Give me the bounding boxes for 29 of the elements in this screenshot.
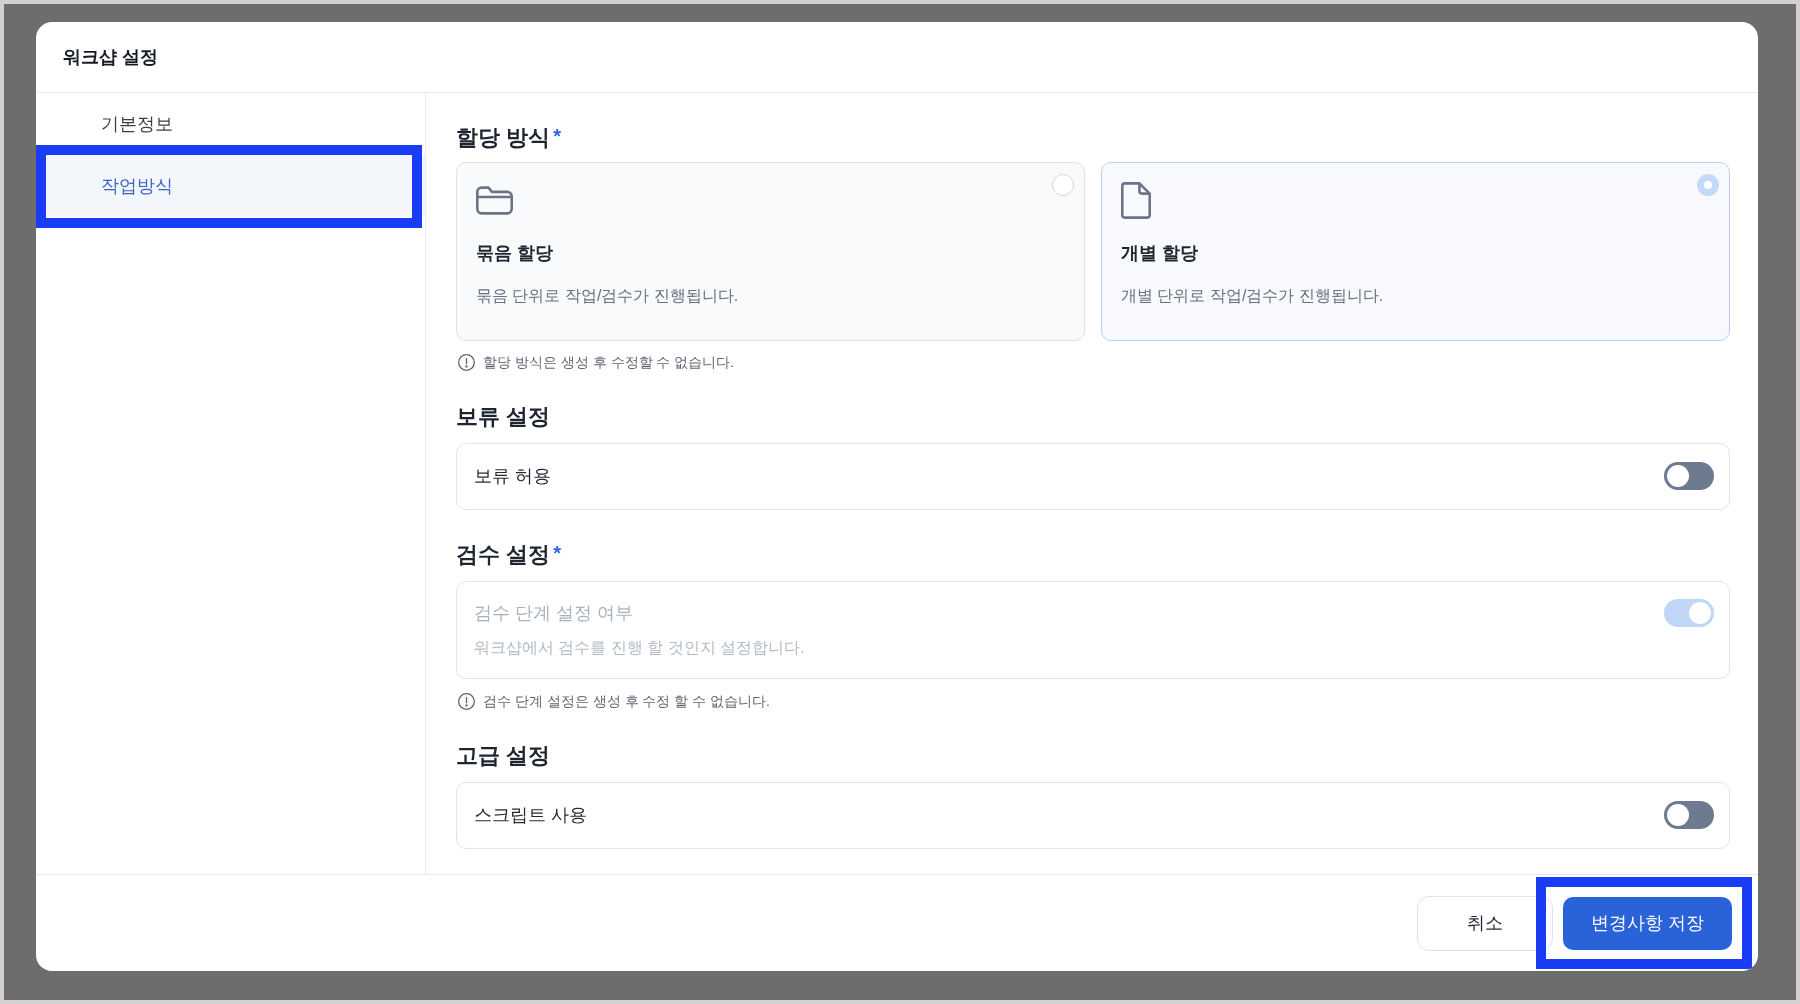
setting-description: 워크샵에서 검수를 진행 할 것인지 설정합니다.	[474, 638, 805, 658]
toggle-switch[interactable]	[1664, 462, 1714, 490]
dialog-title: 워크샵 설정	[63, 46, 158, 69]
section-title: 고급 설정	[456, 742, 551, 770]
setting-label: 검수 단계 설정 여부	[474, 602, 634, 625]
folder-icon	[476, 185, 513, 216]
toggle-switch[interactable]	[1664, 801, 1714, 829]
required-mark: *	[553, 124, 561, 149]
required-mark: *	[553, 541, 561, 566]
radio-button[interactable]	[1052, 174, 1074, 196]
document-icon	[1121, 182, 1151, 219]
setting-label: 스크립트 사용	[474, 804, 587, 827]
option-card[interactable]: 묶음 할당 묶음 단위로 작업/검수가 진행됩니다.	[456, 162, 1085, 341]
card-title: 묶음 할당	[476, 242, 554, 265]
info-icon	[458, 353, 475, 371]
card-description: 묶음 단위로 작업/검수가 진행됩니다.	[476, 286, 740, 306]
cancel-button[interactable]: 취소	[1417, 895, 1553, 951]
section-title: 할당 방식	[456, 124, 551, 152]
section-title: 검수 설정	[456, 541, 551, 569]
card-title: 개별 할당	[1121, 242, 1199, 265]
card-description: 개별 단위로 작업/검수가 진행됩니다.	[1121, 286, 1385, 306]
helper-text: 할당 방식은 생성 후 수정할 수 없습니다.	[483, 353, 735, 372]
setting-label: 보류 허용	[474, 465, 551, 488]
radio-button[interactable]	[1697, 174, 1719, 196]
section-title: 보류 설정	[456, 403, 551, 431]
info-icon	[458, 692, 475, 710]
option-card[interactable]: 개별 할당 개별 단위로 작업/검수가 진행됩니다.	[1101, 162, 1730, 341]
save-button[interactable]: 변경사항 저장	[1563, 896, 1732, 950]
helper-text: 검수 단계 설정은 생성 후 수정 할 수 없습니다.	[483, 692, 770, 711]
